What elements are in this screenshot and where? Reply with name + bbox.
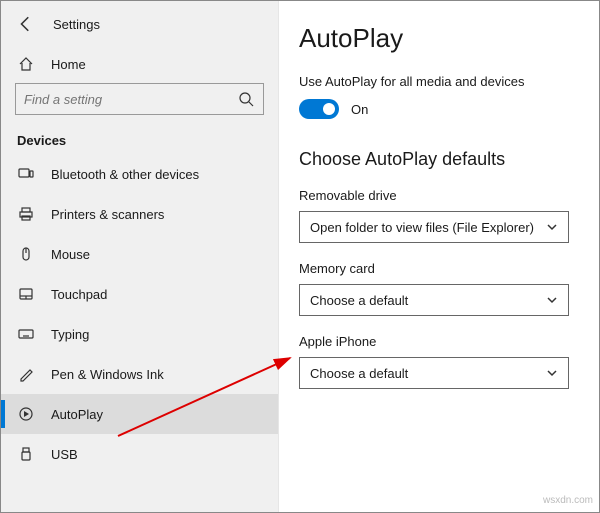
touchpad-icon [17, 285, 35, 303]
dropdown-value: Open folder to view files (File Explorer… [310, 220, 534, 235]
back-button[interactable] [17, 15, 35, 33]
pen-icon [17, 365, 35, 383]
chevron-down-icon [546, 294, 558, 306]
toggle-label: Use AutoPlay for all media and devices [299, 74, 569, 89]
field-label-iphone: Apple iPhone [299, 334, 569, 349]
sidebar-item-label: USB [51, 447, 78, 462]
sidebar-item-label: Printers & scanners [51, 207, 164, 222]
sidebar-item-label: Mouse [51, 247, 90, 262]
sidebar-item-touchpad[interactable]: Touchpad [1, 274, 278, 314]
page-title: AutoPlay [299, 23, 569, 54]
sidebar-item-label: Touchpad [51, 287, 107, 302]
sidebar-item-label: Pen & Windows Ink [51, 367, 164, 382]
window-title: Settings [53, 17, 100, 32]
search-icon [237, 90, 255, 108]
chevron-down-icon [546, 221, 558, 233]
devices-icon [17, 165, 35, 183]
watermark: wsxdn.com [543, 495, 593, 506]
sidebar-item-typing[interactable]: Typing [1, 314, 278, 354]
keyboard-icon [17, 325, 35, 343]
usb-icon [17, 445, 35, 463]
sidebar-item-autoplay[interactable]: AutoPlay [1, 394, 278, 434]
autoplay-toggle[interactable] [299, 99, 339, 119]
search-box[interactable] [15, 83, 264, 115]
sidebar-item-mouse[interactable]: Mouse [1, 234, 278, 274]
home-icon [17, 55, 35, 73]
dropdown-value: Choose a default [310, 366, 408, 381]
mouse-icon [17, 245, 35, 263]
sidebar-item-bluetooth[interactable]: Bluetooth & other devices [1, 154, 278, 194]
home-label: Home [51, 57, 86, 72]
toggle-knob [323, 103, 335, 115]
dropdown-memory-card[interactable]: Choose a default [299, 284, 569, 316]
sidebar-item-usb[interactable]: USB [1, 434, 278, 474]
sidebar-item-printers[interactable]: Printers & scanners [1, 194, 278, 234]
home-nav[interactable]: Home [1, 45, 278, 83]
section-title: Choose AutoPlay defaults [299, 149, 569, 170]
main-content: AutoPlay Use AutoPlay for all media and … [279, 1, 599, 512]
dropdown-value: Choose a default [310, 293, 408, 308]
field-label-removable: Removable drive [299, 188, 569, 203]
sidebar-item-label: Typing [51, 327, 89, 342]
sidebar: Settings Home Devices Bluetooth & oth [1, 1, 279, 512]
autoplay-icon [17, 405, 35, 423]
dropdown-removable-drive[interactable]: Open folder to view files (File Explorer… [299, 211, 569, 243]
search-input[interactable] [24, 92, 237, 107]
nav-list: Bluetooth & other devices Printers & sca… [1, 154, 278, 474]
toggle-state: On [351, 102, 368, 117]
sidebar-item-pen[interactable]: Pen & Windows Ink [1, 354, 278, 394]
chevron-down-icon [546, 367, 558, 379]
sidebar-item-label: AutoPlay [51, 407, 103, 422]
printer-icon [17, 205, 35, 223]
field-label-memory: Memory card [299, 261, 569, 276]
category-header: Devices [1, 125, 278, 154]
sidebar-item-label: Bluetooth & other devices [51, 167, 199, 182]
dropdown-apple-iphone[interactable]: Choose a default [299, 357, 569, 389]
